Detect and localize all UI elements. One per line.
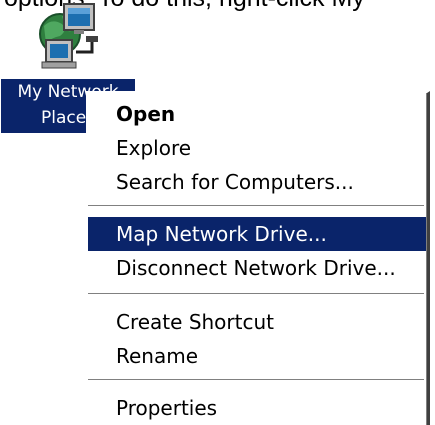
menu-item-disconnect-network-drive[interactable]: Disconnect Network Drive... (88, 251, 426, 285)
menu-item-properties[interactable]: Properties (88, 391, 426, 425)
my-network-places-icon (39, 3, 98, 69)
menu-item-search-for-computers[interactable]: Search for Computers... (88, 165, 426, 199)
menu-separator (88, 293, 424, 295)
menu-separator (88, 379, 424, 381)
menu-separator (88, 205, 424, 207)
screenshot-stage: options. To do this, right-click My My N… (0, 0, 435, 425)
menu-item-create-shortcut[interactable]: Create Shortcut (88, 305, 426, 339)
context-menu: Open Explore Search for Computers... Map… (86, 91, 430, 425)
menu-item-rename[interactable]: Rename (88, 339, 426, 373)
menu-item-explore[interactable]: Explore (88, 131, 426, 165)
menu-item-open[interactable]: Open (88, 97, 426, 131)
menu-item-map-network-drive[interactable]: Map Network Drive... (88, 217, 426, 251)
